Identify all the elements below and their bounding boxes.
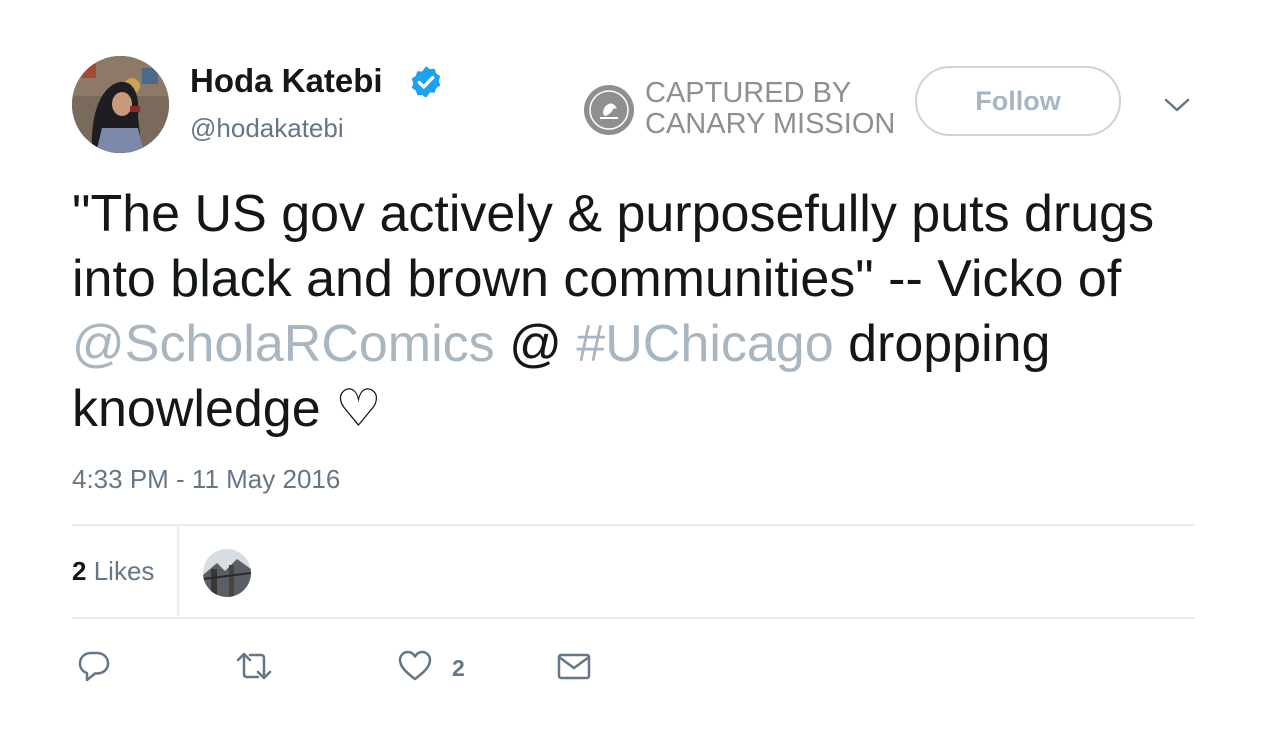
tweet-text: "The US gov actively & purposefully puts… [72,182,1192,442]
capture-stamp-text: CAPTURED BY CANARY MISSION [645,77,896,140]
divider [72,617,1194,619]
likes-count: 2 [72,556,87,586]
author-display-name[interactable]: Hoda Katebi [190,62,383,100]
follow-button[interactable]: Follow [915,66,1121,136]
likes-label: Likes [93,556,155,586]
divider [72,524,1194,526]
envelope-icon [557,653,591,680]
hashtag-link[interactable]: #UChicago [576,315,833,373]
direct-message-button[interactable] [556,648,592,686]
divider [177,526,179,618]
reply-button[interactable] [76,648,112,686]
verified-badge-icon [411,66,441,98]
canary-bird-icon [584,85,634,135]
avatar-photo [72,56,169,153]
tweet-text-part: "The US gov actively & purposefully puts… [72,185,1155,308]
retweet-button[interactable] [234,648,274,686]
tweet-timestamp[interactable]: 4:33 PM - 11 May 2016 [72,464,340,495]
like-count: 2 [452,655,465,681]
like-button[interactable] [397,648,433,686]
author-handle[interactable]: @hodakatebi [190,113,344,144]
tweet-text-part: @ [494,315,577,373]
mention-link[interactable]: @ScholaRComics [72,315,495,373]
liker-avatar[interactable] [203,549,251,597]
retweet-icon [236,652,272,680]
chevron-down-icon[interactable] [1162,94,1192,116]
likes-stat[interactable]: 2 Likes [72,556,154,587]
liker-avatar-photo [203,549,251,597]
heart-icon [398,650,432,681]
reply-icon [78,651,110,682]
author-avatar[interactable] [72,56,169,153]
